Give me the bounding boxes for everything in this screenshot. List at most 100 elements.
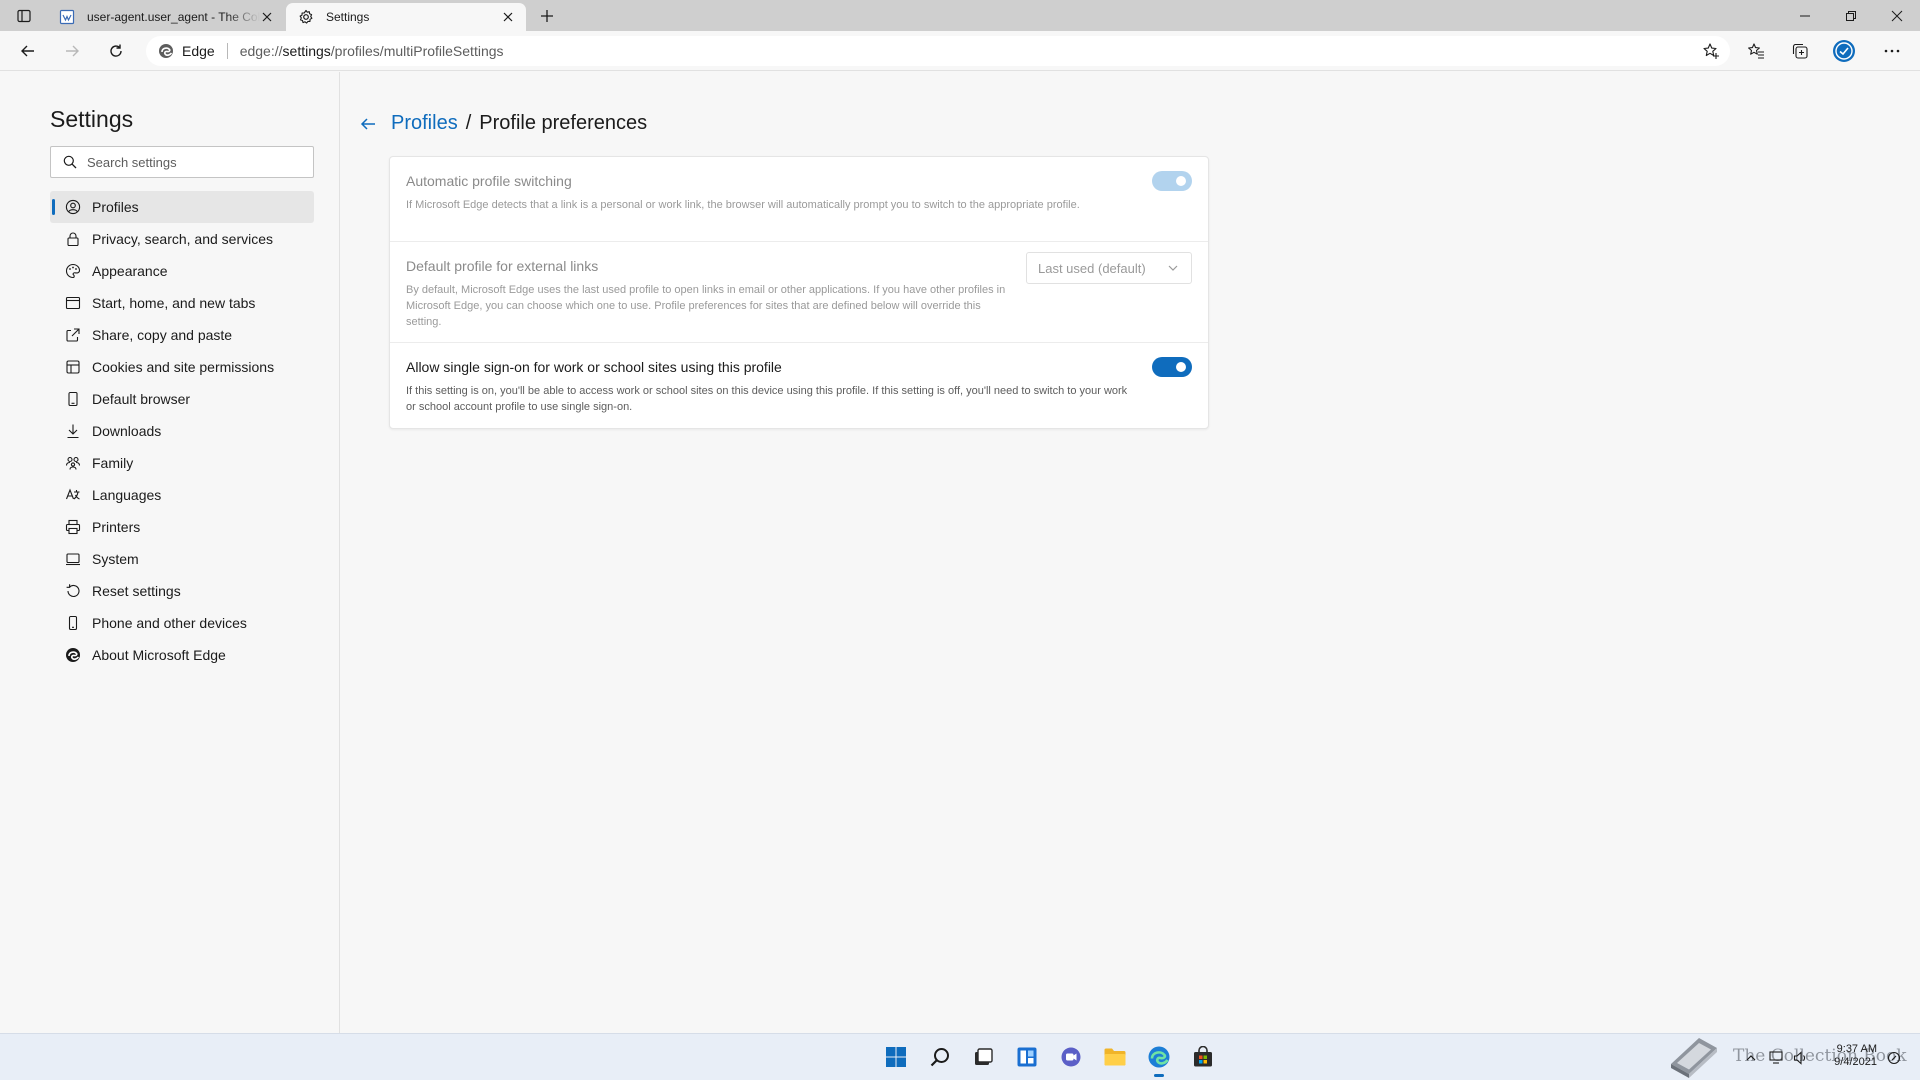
store-icon[interactable]	[1189, 1043, 1217, 1071]
chat-icon[interactable]	[1057, 1043, 1085, 1071]
collections-icon[interactable]	[1785, 36, 1815, 66]
restore-icon[interactable]	[1828, 0, 1874, 31]
new-tab-button[interactable]	[533, 4, 561, 28]
search-settings-input[interactable]	[87, 154, 297, 170]
back-arrow-icon[interactable]	[357, 113, 379, 135]
breadcrumb-profiles-link[interactable]: Profiles	[391, 112, 458, 135]
clock-date: 9/4/2021	[1834, 1056, 1877, 1068]
sidebar-item-label: Share, copy and paste	[92, 327, 233, 343]
sidebar-item-label: Reset settings	[92, 583, 181, 599]
favorites-icon[interactable]	[1741, 36, 1771, 66]
network-icon[interactable]	[1769, 1050, 1785, 1066]
system-clock[interactable]: 9:37 AM 9/4/2021	[1825, 1043, 1877, 1069]
search-icon	[63, 155, 77, 169]
forward-button[interactable]	[57, 36, 87, 66]
sidebar-item-languages[interactable]: Languages	[50, 479, 314, 511]
windows-taskbar	[0, 1033, 1920, 1080]
chevron-down-icon	[1167, 262, 1179, 277]
automatic-profile-switching-toggle[interactable]	[1152, 171, 1192, 191]
setting-description: If Microsoft Edge detects that a link is…	[406, 199, 1080, 211]
widgets-icon[interactable]	[1013, 1043, 1041, 1071]
sidebar-item-label: Default browser	[92, 391, 191, 407]
tab-actions-icon[interactable]	[12, 7, 36, 25]
sidebar-item-phone[interactable]: Phone and other devices	[50, 607, 314, 639]
download-icon	[64, 422, 82, 440]
appearance-icon	[64, 262, 82, 280]
task-view-icon[interactable]	[969, 1043, 997, 1071]
sidebar-item-default-browser[interactable]: Default browser	[50, 383, 314, 415]
sidebar-item-cookies[interactable]: Cookies and site permissions	[50, 351, 314, 383]
sidebar-item-about[interactable]: About Microsoft Edge	[50, 639, 314, 671]
system-icon	[64, 550, 82, 568]
url-path: /profiles/multiProfileSettings	[330, 43, 504, 59]
sidebar-item-system[interactable]: System	[50, 543, 314, 575]
refresh-button[interactable]	[101, 36, 131, 66]
setting-description: If this setting is on, you'll be able to…	[406, 385, 1128, 413]
setting-automatic-profile-switching: Automatic profile switching If Microsoft…	[390, 157, 1208, 242]
cookies-icon	[64, 358, 82, 376]
edge-logo-icon	[64, 646, 82, 664]
sidebar-item-label: Phone and other devices	[92, 615, 247, 631]
default-browser-icon	[64, 390, 82, 408]
sidebar-item-reset[interactable]: Reset settings	[50, 575, 314, 607]
sidebar-item-profiles[interactable]: Profiles	[50, 191, 314, 223]
sidebar-item-appearance[interactable]: Appearance	[50, 255, 314, 287]
clock-time: 9:37 AM	[1836, 1043, 1877, 1055]
tab-title: Settings	[326, 10, 370, 24]
minimize-icon[interactable]	[1782, 0, 1828, 31]
tab-user-agent[interactable]: user-agent.user_agent - The Collection B…	[47, 3, 285, 31]
file-explorer-icon[interactable]	[1101, 1043, 1129, 1071]
profile-preferences-card: Automatic profile switching If Microsoft…	[389, 156, 1209, 429]
close-tab-icon[interactable]	[500, 9, 516, 25]
single-sign-on-toggle[interactable]	[1152, 357, 1192, 377]
power-icon	[64, 294, 82, 312]
close-tab-icon[interactable]	[259, 9, 275, 25]
sidebar-item-downloads[interactable]: Downloads	[50, 415, 314, 447]
sidebar-item-privacy[interactable]: Privacy, search, and services	[50, 223, 314, 255]
toggle-knob	[1176, 362, 1186, 372]
start-icon[interactable]	[882, 1043, 910, 1071]
volume-icon[interactable]	[1793, 1050, 1809, 1066]
chevron-up-icon[interactable]	[1743, 1050, 1759, 1066]
site-label: Edge	[182, 43, 215, 59]
breadcrumb: Profiles / Profile preferences	[357, 112, 647, 135]
sidebar-item-label: Family	[92, 455, 134, 471]
sidebar-item-printers[interactable]: Printers	[50, 511, 314, 543]
add-favorite-icon[interactable]	[1702, 42, 1720, 60]
languages-icon	[64, 486, 82, 504]
taskbar-search-icon[interactable]	[926, 1043, 954, 1071]
edge-icon[interactable]	[1145, 1043, 1173, 1077]
family-icon	[64, 454, 82, 472]
sidebar-item-label: Appearance	[92, 263, 168, 279]
close-icon[interactable]	[1874, 0, 1920, 31]
settings-title: Settings	[50, 106, 134, 132]
setting-title: Automatic profile switching	[406, 173, 572, 189]
setting-default-profile-external-links: Default profile for external links By de…	[390, 242, 1208, 343]
default-profile-dropdown[interactable]: Last used (default)	[1026, 252, 1192, 284]
notification-icon[interactable]	[1886, 1050, 1902, 1066]
address-separator	[226, 43, 228, 59]
dropdown-selected-value: Last used (default)	[1038, 260, 1146, 276]
site-info[interactable]: Edge	[158, 43, 215, 59]
book-logo-icon	[1665, 1030, 1721, 1080]
back-button[interactable]	[13, 36, 43, 66]
sidebar-item-start-home[interactable]: Start, home, and new tabs	[50, 287, 314, 319]
search-settings-box[interactable]	[50, 146, 314, 178]
url-prefix: edge://	[239, 43, 283, 59]
setting-single-sign-on: Allow single sign-on for work or school …	[390, 343, 1208, 428]
sidebar-item-family[interactable]: Family	[50, 447, 314, 479]
profile-avatar-icon[interactable]	[1829, 36, 1859, 66]
url-host: settings	[282, 43, 331, 59]
url-text[interactable]: edge://settings/profiles/multiProfileSet…	[240, 43, 504, 59]
address-bar[interactable]: Edge edge://settings/profiles/multiProfi…	[146, 36, 1730, 66]
sidebar-item-share[interactable]: Share, copy and paste	[50, 319, 314, 351]
settings-content: Profiles / Profile preferences Automatic…	[341, 72, 1920, 1033]
setting-title: Allow single sign-on for work or school …	[406, 359, 782, 375]
tab-settings[interactable]: Settings	[286, 3, 526, 31]
sidebar-item-label: Cookies and site permissions	[92, 359, 275, 375]
printer-icon	[64, 518, 82, 536]
share-icon	[64, 326, 82, 344]
setting-description: By default, Microsoft Edge uses the last…	[406, 284, 1006, 328]
more-options-icon[interactable]	[1877, 36, 1907, 66]
edge-logo-icon	[158, 43, 174, 59]
